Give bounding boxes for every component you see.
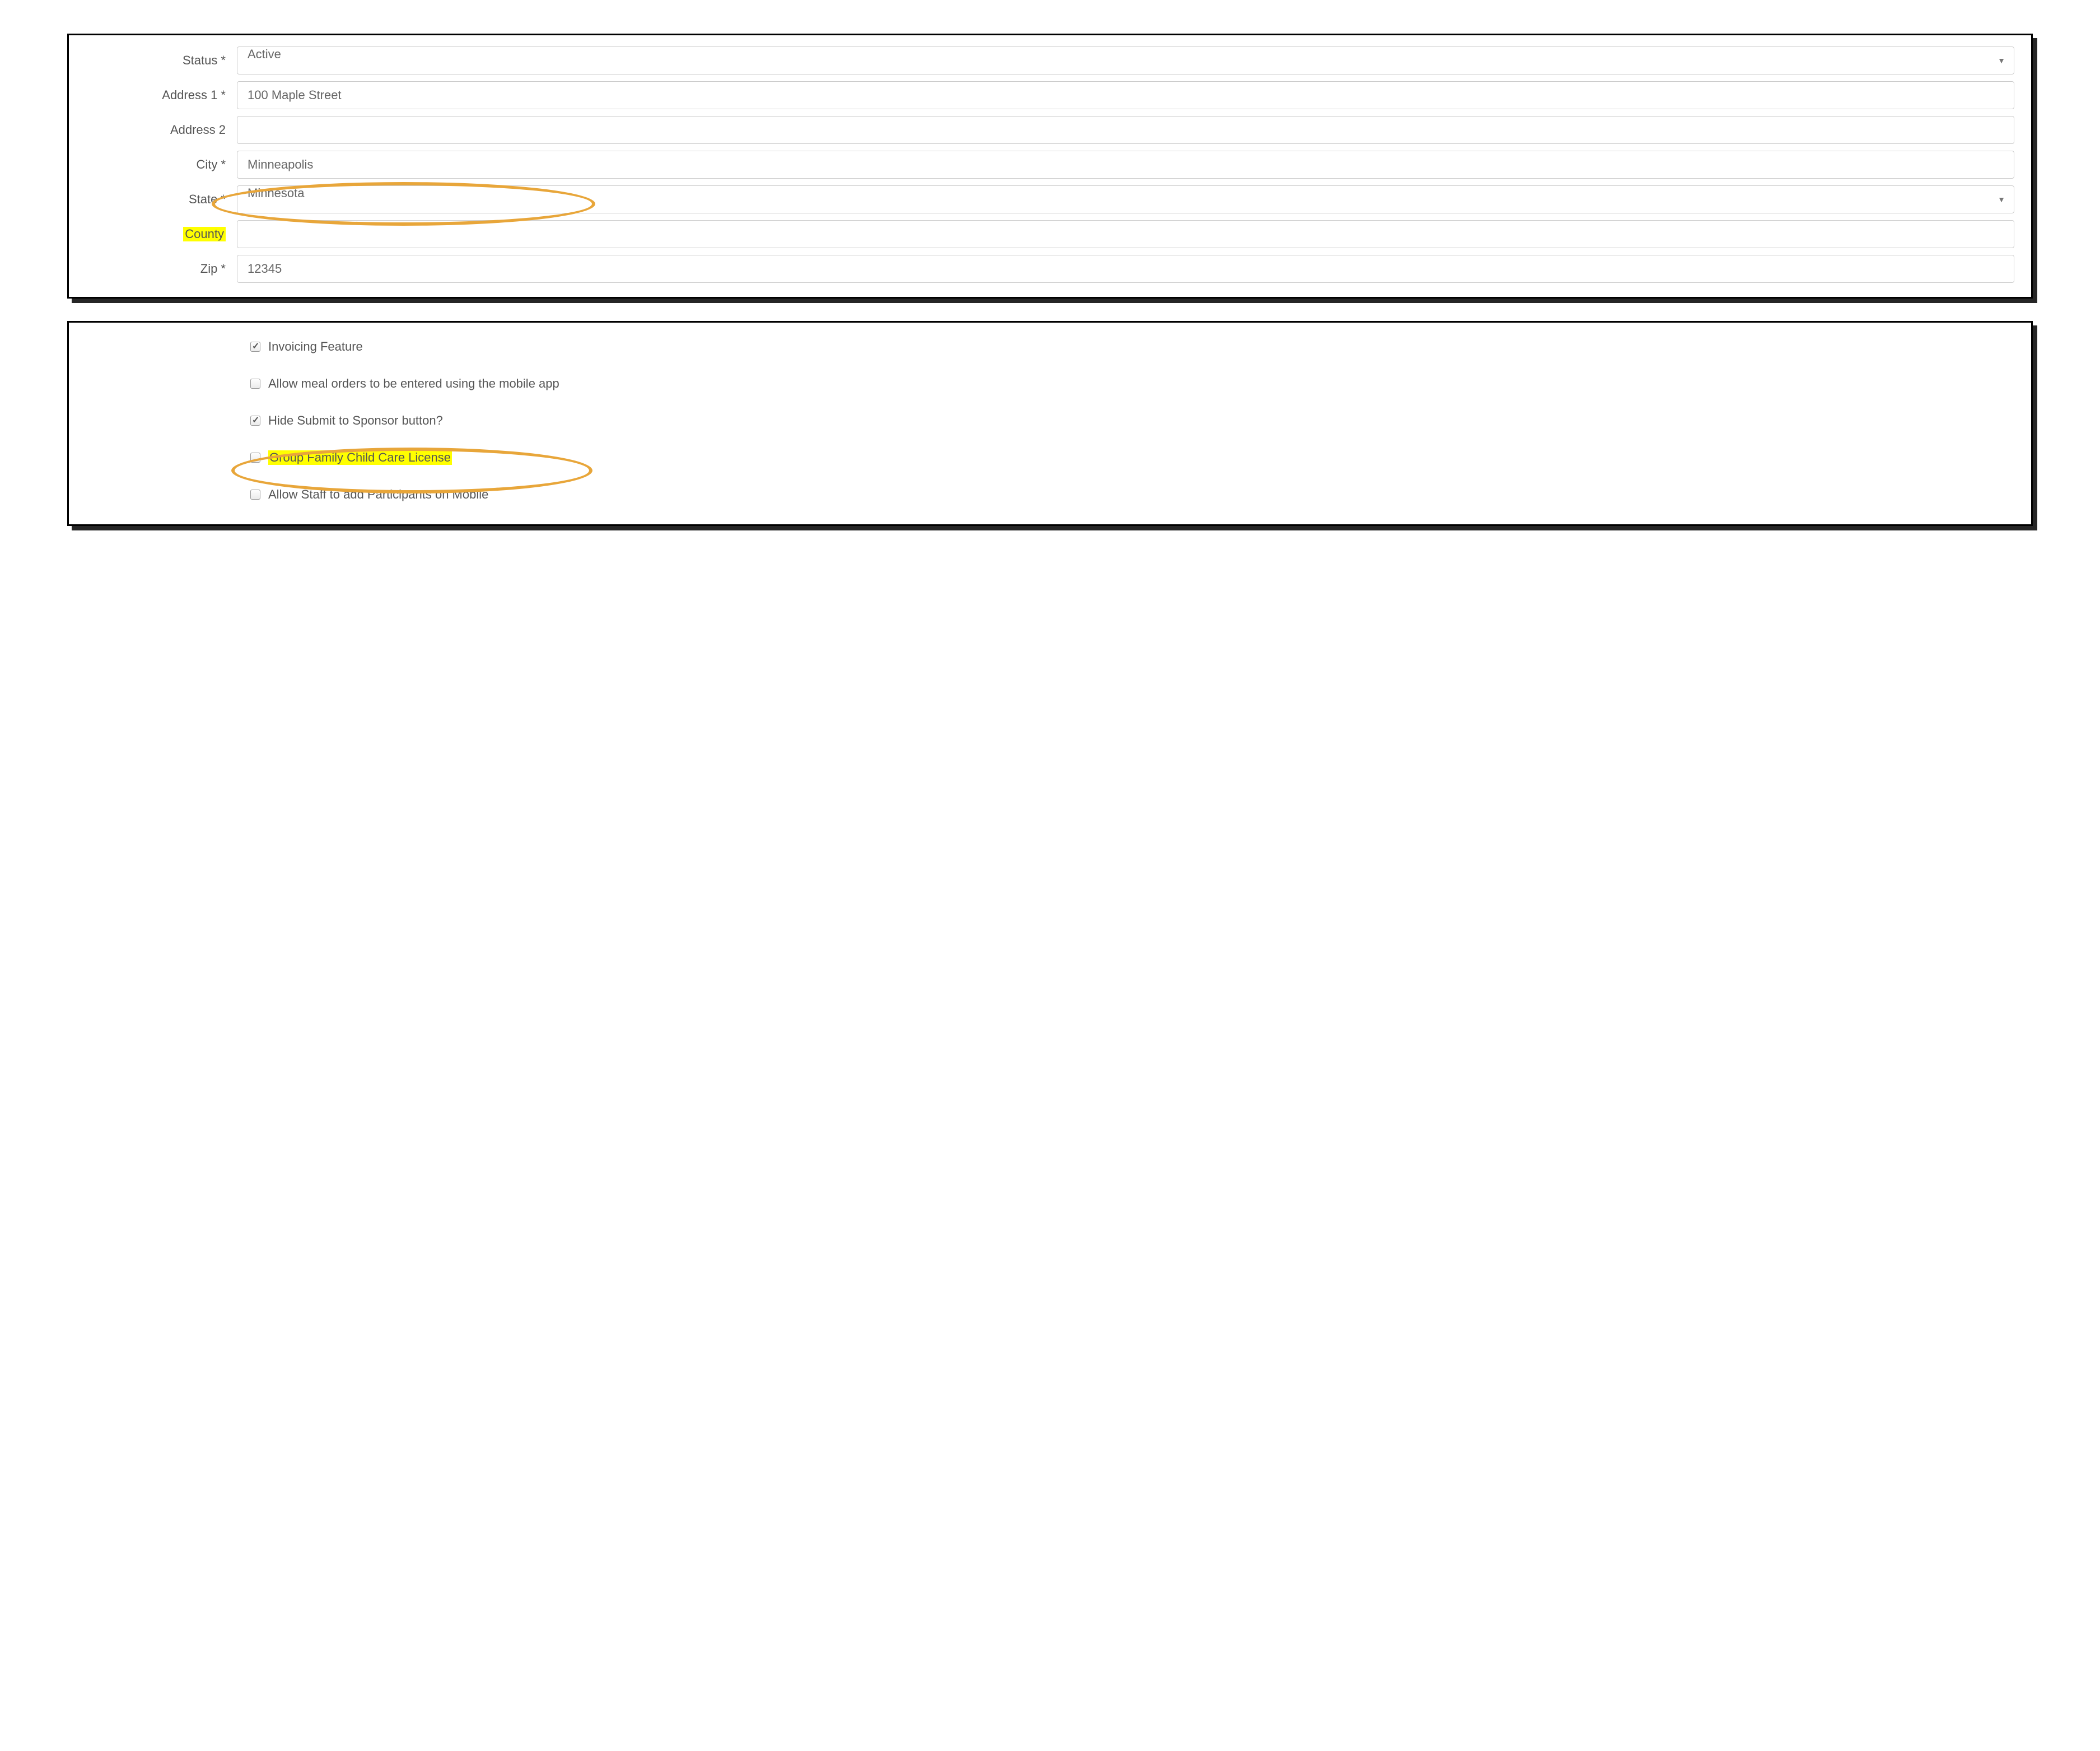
options-panel: Invoicing Feature Allow meal orders to b… [67,321,2033,526]
allow-staff-label[interactable]: Allow Staff to add Participants on Mobil… [268,487,488,502]
zip-label: Zip * [86,262,237,276]
city-input[interactable] [237,151,2014,179]
zip-input[interactable] [237,255,2014,283]
address1-label: Address 1 * [86,88,237,103]
status-select[interactable]: Active [237,46,2014,74]
status-value: Active [248,47,281,61]
hide-submit-checkbox[interactable] [250,416,260,426]
county-label: County [86,227,237,241]
group-license-row: Group Family Child Care License [86,450,2014,465]
state-label: State * [86,192,237,207]
hide-submit-label[interactable]: Hide Submit to Sponsor button? [268,413,443,428]
zip-row: Zip * [86,255,2014,283]
county-row: County [86,220,2014,248]
meal-orders-checkbox[interactable] [250,379,260,389]
address1-row: Address 1 * [86,81,2014,109]
city-label: City * [86,157,237,172]
state-row: State * Minnesota ▼ [86,185,2014,213]
invoicing-row: Invoicing Feature [86,339,2014,354]
status-label: Status * [86,53,237,68]
meal-orders-label[interactable]: Allow meal orders to be entered using th… [268,376,559,391]
allow-staff-row: Allow Staff to add Participants on Mobil… [86,487,2014,502]
invoicing-label[interactable]: Invoicing Feature [268,339,363,354]
hide-submit-row: Hide Submit to Sponsor button? [86,413,2014,428]
address2-label: Address 2 [86,123,237,137]
status-row: Status * Active ▼ [86,46,2014,74]
county-input[interactable] [237,220,2014,248]
group-license-label[interactable]: Group Family Child Care License [268,450,452,465]
invoicing-checkbox[interactable] [250,342,260,352]
address-panel: Status * Active ▼ Address 1 * Address 2 … [67,34,2033,299]
state-value: Minnesota [248,186,305,200]
city-row: City * [86,151,2014,179]
address1-input[interactable] [237,81,2014,109]
state-select[interactable]: Minnesota [237,185,2014,213]
address2-input[interactable] [237,116,2014,144]
allow-staff-checkbox[interactable] [250,490,260,500]
county-label-text: County [183,227,226,241]
group-license-checkbox[interactable] [250,453,260,463]
address2-row: Address 2 [86,116,2014,144]
meal-orders-row: Allow meal orders to be entered using th… [86,376,2014,391]
